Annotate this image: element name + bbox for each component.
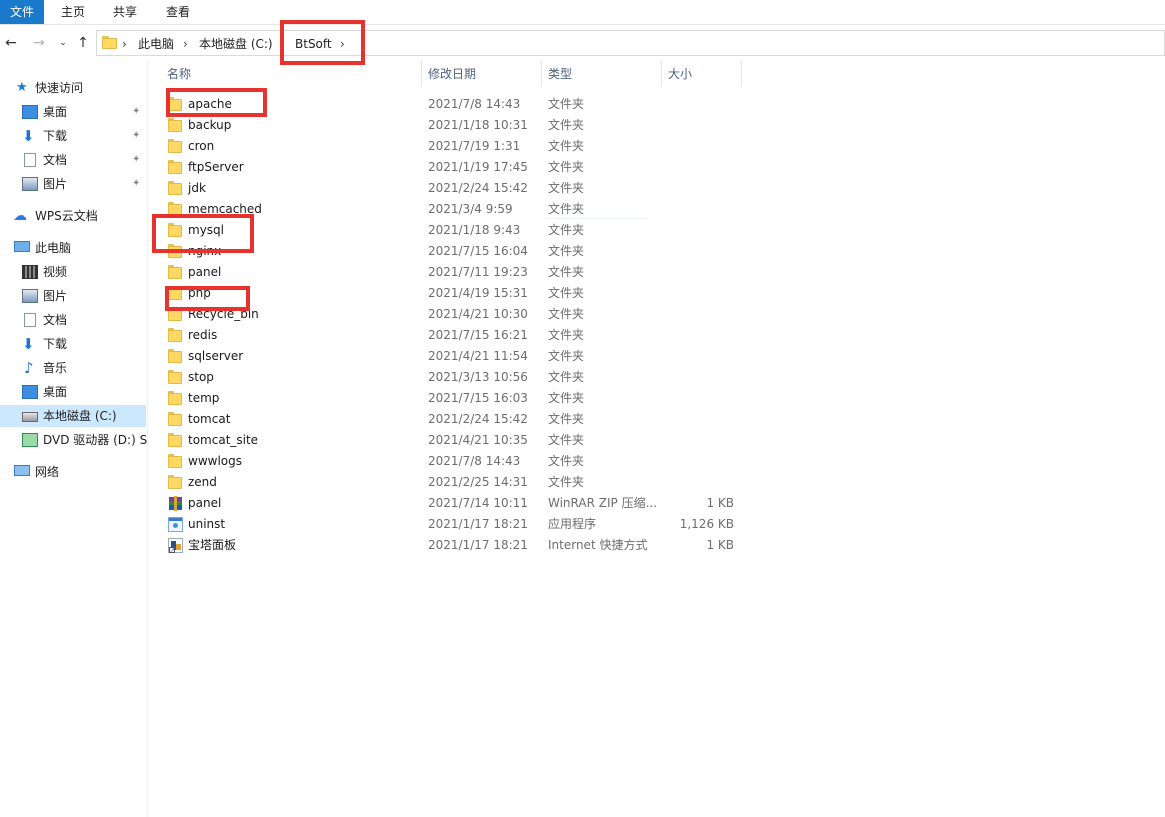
video-icon [22,265,38,279]
network-icon [14,465,30,476]
pin-icon[interactable]: ✦ [132,173,140,195]
column-divider[interactable] [661,61,662,87]
folder-icon [102,36,117,49]
file-row-temp[interactable]: temp 2021/7/15 16:03 文件夹 [160,388,750,409]
cloud-icon: ☁ [13,208,27,224]
desktop-icon [22,385,38,399]
sidebar-item-downloads[interactable]: ⬇ 下载 ✦ [0,125,146,147]
file-row-ftpserver[interactable]: ftpServer 2021/1/19 17:45 文件夹 [160,157,750,178]
chevron-right-icon[interactable]: › [122,35,127,53]
column-divider[interactable] [541,61,542,87]
folder-icon [168,475,183,490]
column-header-size[interactable]: 大小 [668,61,692,87]
file-row-redis[interactable]: redis 2021/7/15 16:21 文件夹 [160,325,750,346]
pin-icon[interactable]: ✦ [132,101,140,123]
desktop-icon [22,105,38,119]
music-icon: ♪ [24,359,34,377]
folder-icon [168,370,183,385]
chevron-right-icon[interactable]: › [183,35,188,53]
file-row-panel-zip[interactable]: panel 2021/7/14 10:11 WinRAR ZIP 压缩... 1… [160,493,750,514]
column-header-type[interactable]: 类型 [548,61,572,87]
sidebar-item-pictures[interactable]: 图片 ✦ [0,173,146,195]
file-row-jdk[interactable]: jdk 2021/2/24 15:42 文件夹 [160,178,750,199]
sidebar-item-desktop[interactable]: 桌面 ✦ [0,101,146,123]
file-row-tomcat[interactable]: tomcat 2021/2/24 15:42 文件夹 [160,409,750,430]
tab-view[interactable]: 查看 [161,0,195,24]
file-row-wwwlogs[interactable]: wwwlogs 2021/7/8 14:43 文件夹 [160,451,750,472]
sidebar-item-documents[interactable]: 文档 ✦ [0,149,146,171]
star-icon: ★ [16,80,28,95]
download-icon: ⬇ [22,127,35,145]
file-row-panel-folder[interactable]: panel 2021/7/11 19:23 文件夹 [160,262,750,283]
navigation-pane: ★ 快速访问 桌面 ✦ ⬇ 下载 ✦ 文档 ✦ 图片 ✦ ☁ WPS云文档 此电… [0,60,148,817]
column-header-date[interactable]: 修改日期 [428,61,476,87]
pin-icon[interactable]: ✦ [132,125,140,147]
sidebar-item-network[interactable]: 网络 [0,461,146,483]
file-row-stop[interactable]: stop 2021/3/13 10:56 文件夹 [160,367,750,388]
winrar-zip-icon [168,496,183,511]
folder-icon [168,160,183,175]
document-icon [24,153,36,167]
sidebar-item-pictures-pc[interactable]: 图片 [0,285,146,307]
highlight-box-mysql [152,214,254,253]
back-arrow-icon[interactable]: ← [2,34,20,52]
internet-shortcut-icon: ↗ [168,538,183,554]
file-row-backup[interactable]: backup 2021/1/18 10:31 文件夹 [160,115,750,136]
folder-icon [168,265,183,280]
recent-locations-chevron-icon[interactable]: ⌄ [54,34,72,52]
dvd-icon [22,433,38,447]
sidebar-item-local-disk-c[interactable]: 本地磁盘 (C:) [0,405,146,427]
file-row-cron[interactable]: cron 2021/7/19 1:31 文件夹 [160,136,750,157]
highlight-box-apache [166,88,267,117]
sidebar-item-dvd-drive[interactable]: DVD 驱动器 (D:) SS [0,429,147,451]
address-bar[interactable]: › 此电脑 › 本地磁盘 (C:) › BtSoft › [96,30,1165,56]
column-divider[interactable] [421,61,422,87]
forward-arrow-icon[interactable]: → [30,34,48,52]
folder-icon [168,349,183,364]
file-row-tomcat-site[interactable]: tomcat_site 2021/4/21 10:35 文件夹 [160,430,750,451]
file-row-sqlserver[interactable]: sqlserver 2021/4/21 11:54 文件夹 [160,346,750,367]
application-icon [168,517,183,532]
sidebar-item-this-pc[interactable]: 此电脑 [0,237,146,259]
picture-icon [22,177,38,191]
picture-icon [22,289,38,303]
column-divider[interactable] [741,61,742,87]
file-row-bt-panel-shortcut[interactable]: ↗ 宝塔面板 2021/1/17 18:21 Internet 快捷方式 1 K… [160,535,750,556]
navigation-bar: ← → ⌄ ↑ › 此电脑 › 本地磁盘 (C:) › BtSoft › [0,26,1165,60]
breadcrumb-this-pc[interactable]: 此电脑 [138,35,174,53]
folder-icon [168,412,183,427]
download-icon: ⬇ [22,335,35,353]
file-row-zend[interactable]: zend 2021/2/25 14:31 文件夹 [160,472,750,493]
pin-icon[interactable]: ✦ [132,149,140,171]
document-icon [24,313,36,327]
tab-file[interactable]: 文件 [0,0,44,24]
highlight-box-btsoft [280,20,365,65]
sidebar-item-documents-pc[interactable]: 文档 [0,309,146,331]
sidebar-item-downloads-pc[interactable]: ⬇ 下载 [0,333,146,355]
column-header-name[interactable]: 名称 [167,61,191,87]
folder-icon [168,139,183,154]
tab-share[interactable]: 共享 [108,0,142,24]
folder-icon [168,118,183,133]
folder-icon [168,391,183,406]
drive-icon [22,412,38,422]
folder-icon [168,328,183,343]
sidebar-item-music[interactable]: ♪ 音乐 [0,357,146,379]
breadcrumb-local-disk-c[interactable]: 本地磁盘 (C:) [199,35,273,53]
folder-icon [168,433,183,448]
sidebar-item-quick-access[interactable]: ★ 快速访问 [0,77,146,99]
folder-icon [168,181,183,196]
sidebar-item-wps-cloud[interactable]: ☁ WPS云文档 [0,205,146,227]
tab-home[interactable]: 主页 [56,0,90,24]
file-row-uninst[interactable]: uninst 2021/1/17 18:21 应用程序 1,126 KB [160,514,750,535]
folder-icon [168,454,183,469]
ribbon: 文件 主页 共享 查看 [0,0,1165,25]
highlight-box-php [165,286,250,311]
computer-icon [14,241,30,252]
sidebar-item-desktop-pc[interactable]: 桌面 [0,381,146,403]
sidebar-item-videos[interactable]: 视频 [0,261,146,283]
up-arrow-icon[interactable]: ↑ [74,34,92,52]
